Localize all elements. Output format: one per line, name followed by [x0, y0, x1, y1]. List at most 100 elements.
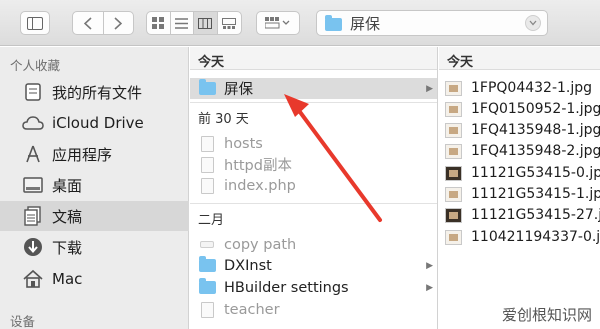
section-divider — [190, 203, 437, 204]
list-item-image[interactable]: 1FQ4135948-1.jpg — [439, 120, 600, 141]
list-item-label: index.php — [224, 177, 296, 194]
sidebar-toggle-button[interactable] — [20, 11, 50, 35]
image-thumbnail-icon — [445, 208, 462, 223]
sidebar-item-label: 应用程序 — [52, 145, 113, 164]
list-item-file[interactable]: httpd副本 — [190, 154, 437, 175]
sidebar-item-label: 文稿 — [52, 207, 83, 226]
downloads-icon — [22, 236, 44, 258]
list-item-label: 11121G53415-27.jpg — [471, 207, 600, 223]
documents-icon — [22, 205, 44, 227]
disclosure-arrow-icon: ▶ — [426, 260, 433, 271]
sidebar-item-label: Mac — [52, 270, 83, 288]
disclosure-arrow-icon: ▶ — [426, 282, 433, 293]
sidebar-item-label: iCloud Drive — [52, 114, 144, 132]
watermark: 爱创根知识网 — [499, 304, 594, 325]
list-item-image[interactable]: 110421194337-0.jpg — [439, 227, 600, 248]
list-item-file[interactable]: index.php — [190, 175, 437, 196]
list-item-image[interactable]: 11121G53415-1.jpg — [439, 184, 600, 205]
list-item-label: 1FPQ04432-1.jpg — [471, 80, 593, 96]
image-thumbnail-icon — [445, 230, 462, 245]
list-item-label: teacher — [224, 301, 280, 318]
icon-view-button[interactable] — [147, 12, 171, 34]
list-item-label: DXInst — [224, 257, 272, 274]
list-item-image[interactable]: 1FQ0150952-1.jpg — [439, 99, 600, 120]
list-item-file[interactable]: hosts — [190, 133, 437, 154]
home-icon — [22, 268, 44, 290]
list-item-label: HBuilder settings — [224, 279, 349, 296]
history-nav — [72, 11, 134, 35]
sidebar: 个人收藏 我的所有文件 iCloud Drive 应用程序 桌面 文稿 下载 M… — [0, 47, 189, 329]
browser-column-1: 今天 屏保 ▶ 前 30 天 hosts httpd副本 index.php 二… — [190, 47, 438, 329]
list-item-folder[interactable]: 屏保 ▶ — [190, 78, 437, 99]
document-icon — [200, 156, 214, 173]
sidebar-section-favorites: 个人收藏 — [10, 58, 61, 73]
path-popup-button[interactable]: 屏保 — [316, 10, 548, 36]
image-thumbnail-icon — [445, 81, 462, 96]
list-item-label: 11121G53415-1.jpg — [471, 186, 600, 202]
sidebar-item-all-files[interactable]: 我的所有文件 — [0, 77, 189, 107]
sidebar-item-icloud-drive[interactable]: iCloud Drive — [0, 108, 189, 138]
disclosure-arrow-icon: ▶ — [426, 83, 433, 94]
image-thumbnail-icon — [445, 102, 462, 117]
sidebar-toggle-icon — [27, 16, 43, 30]
sidebar-item-mac[interactable]: Mac — [0, 264, 189, 294]
document-icon — [200, 177, 214, 194]
path-title: 屏保 — [350, 14, 381, 33]
sidebar-item-label: 我的所有文件 — [52, 83, 143, 102]
list-item-label: 110421194337-0.jpg — [471, 229, 600, 245]
list-icon — [175, 17, 189, 29]
applications-icon — [22, 143, 44, 165]
grid-icon — [152, 17, 165, 29]
sidebar-item-downloads[interactable]: 下载 — [0, 232, 189, 262]
chevron-left-icon — [83, 16, 92, 30]
folder-icon — [198, 278, 216, 294]
gallery-view-button[interactable] — [218, 12, 241, 34]
list-item-label: 1FQ4135948-2.jpg — [471, 143, 600, 159]
watermark-text: 爱创根知识网 — [501, 306, 592, 324]
list-item-file[interactable]: teacher — [190, 299, 437, 320]
list-view-button[interactable] — [171, 12, 194, 34]
folder-icon — [198, 256, 216, 272]
arrange-icon — [265, 17, 290, 29]
document-icon — [200, 301, 214, 318]
back-button[interactable] — [73, 12, 104, 34]
image-thumbnail-icon — [445, 187, 462, 202]
column-view-button[interactable] — [194, 12, 218, 34]
list-item-image[interactable]: 1FPQ04432-1.jpg — [439, 78, 600, 99]
column-header: 今天 — [439, 47, 600, 70]
sidebar-item-applications[interactable]: 应用程序 — [0, 139, 189, 169]
browser-column-2: 今天 1FPQ04432-1.jpg 1FQ0150952-1.jpg 1FQ4… — [439, 47, 600, 329]
list-item-label: 1FQ4135948-1.jpg — [471, 122, 600, 138]
image-thumbnail-icon — [445, 144, 462, 159]
list-item-folder[interactable]: DXInst ▶ — [190, 255, 437, 276]
list-item-image[interactable]: 11121G53415-27.jpg — [439, 205, 600, 226]
document-icon — [200, 135, 214, 152]
gallery-icon — [222, 17, 237, 29]
list-item-label: 1FQ0150952-1.jpg — [471, 101, 600, 117]
forward-button[interactable] — [104, 12, 134, 34]
arrange-button[interactable] — [256, 11, 300, 35]
list-item-label: hosts — [224, 135, 263, 152]
sidebar-item-documents[interactable]: 文稿 — [0, 201, 189, 231]
list-item-alias[interactable]: copy path — [190, 234, 437, 255]
column-header: 今天 — [190, 47, 437, 70]
folder-icon — [325, 14, 342, 31]
list-item-image[interactable]: 1FQ4135948-2.jpg — [439, 141, 600, 162]
section-header: 前 30 天 — [198, 112, 249, 127]
view-mode-switcher — [146, 11, 242, 35]
list-item-image[interactable]: 11121G53415-0.jpg — [439, 163, 600, 184]
list-item-label: 11121G53415-0.jpg — [471, 165, 600, 181]
alias-icon — [200, 241, 214, 248]
image-thumbnail-icon — [445, 166, 462, 181]
list-item-label: httpd副本 — [224, 158, 292, 174]
cloud-icon — [22, 112, 44, 134]
list-item-label: copy path — [224, 236, 297, 253]
all-files-icon — [22, 81, 44, 103]
list-item-folder[interactable]: HBuilder settings ▶ — [190, 277, 437, 298]
list-item-label: 屏保 — [224, 82, 253, 98]
chevron-right-icon — [114, 16, 123, 30]
sidebar-item-desktop[interactable]: 桌面 — [0, 170, 189, 200]
sidebar-item-label: 桌面 — [52, 176, 83, 195]
sidebar-section-devices: 设备 — [10, 314, 36, 329]
image-thumbnail-icon — [445, 123, 462, 138]
